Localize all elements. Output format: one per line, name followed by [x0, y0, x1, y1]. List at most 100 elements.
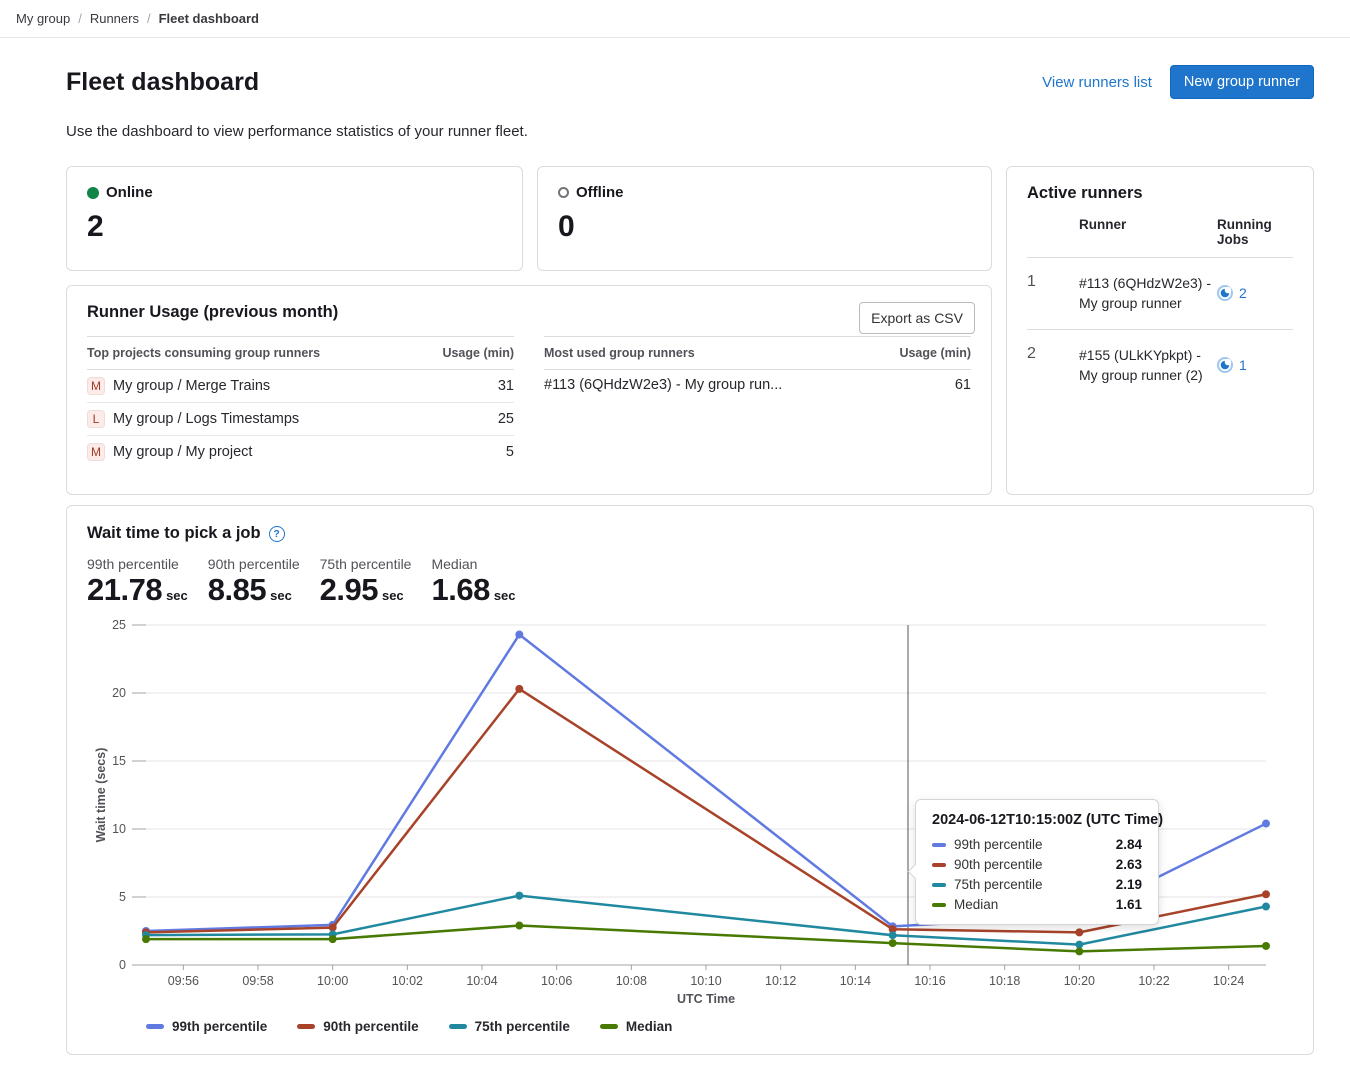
- page-title: Fleet dashboard: [66, 68, 259, 97]
- svg-text:10:00: 10:00: [317, 974, 348, 988]
- svg-text:20: 20: [112, 686, 126, 700]
- svg-text:10:12: 10:12: [765, 974, 796, 988]
- stat-value: 2.95sec: [320, 572, 412, 608]
- left-column: Online 2 Offline 0 Runner Usage (previou…: [66, 166, 992, 495]
- svg-text:10:14: 10:14: [840, 974, 871, 988]
- top-projects-table: Top projects consuming group runners Usa…: [87, 336, 514, 468]
- stat-label: 75th percentile: [320, 556, 412, 572]
- breadcrumb-runners[interactable]: Runners: [90, 11, 139, 26]
- svg-text:Wait time (secs): Wait time (secs): [94, 748, 108, 843]
- help-icon[interactable]: ?: [269, 526, 285, 542]
- stat-value: 21.78sec: [87, 572, 188, 608]
- most-used-usage-header: Usage (min): [899, 346, 971, 360]
- running-jobs-column-header: Running Jobs: [1217, 217, 1293, 247]
- online-card-label: Online: [106, 184, 153, 201]
- svg-text:10:10: 10:10: [690, 974, 721, 988]
- top-projects-header: Top projects consuming group runners: [87, 346, 320, 360]
- tooltip-series-name: Median: [954, 897, 1108, 912]
- runner-name: #113 (6QHdzW2e3) - My group run...: [544, 377, 782, 393]
- tooltip-swatch: [932, 843, 946, 847]
- runner-link[interactable]: #155 (ULkKYpkpt) - My group runner (2): [1079, 345, 1217, 386]
- svg-text:10:02: 10:02: [392, 974, 423, 988]
- tooltip-series-value: 2.63: [1116, 857, 1142, 872]
- legend-label: Median: [626, 1019, 673, 1034]
- tooltip-series-value: 2.19: [1116, 877, 1142, 892]
- svg-text:10:18: 10:18: [989, 974, 1020, 988]
- percentile-stat: Median1.68sec: [431, 556, 515, 608]
- stat-unit: sec: [494, 588, 516, 603]
- view-runners-list-link[interactable]: View runners list: [1042, 74, 1152, 91]
- offline-card: Offline 0: [537, 166, 992, 271]
- runner-link[interactable]: #113 (6QHdzW2e3) - My group runner: [1079, 273, 1217, 314]
- project-cell: L My group / Logs Timestamps: [87, 410, 299, 428]
- breadcrumb-separator: /: [147, 11, 151, 26]
- stat-unit: sec: [382, 588, 404, 603]
- legend-item[interactable]: 99th percentile: [146, 1019, 267, 1034]
- breadcrumb-my-group[interactable]: My group: [16, 11, 70, 26]
- tooltip-series-name: 75th percentile: [954, 877, 1108, 892]
- wait-time-panel: Wait time to pick a job ? 99th percentil…: [66, 505, 1314, 1055]
- table-row: LMy group / Logs Timestamps25: [87, 403, 514, 436]
- svg-text:10:04: 10:04: [466, 974, 497, 988]
- running-jobs-cell: 2: [1217, 285, 1293, 301]
- tooltip-series-row: 99th percentile2.84: [932, 837, 1142, 852]
- percentile-stat: 90th percentile8.85sec: [208, 556, 300, 608]
- project-cell: MMy group / Merge Trains: [87, 377, 270, 395]
- chart-tooltip: 2024-06-12T10:15:00Z (UTC Time) 99th per…: [915, 799, 1159, 925]
- tooltip-title: 2024-06-12T10:15:00Z (UTC Time): [932, 812, 1142, 828]
- project-name: My group / Logs Timestamps: [113, 411, 299, 427]
- legend-label: 75th percentile: [475, 1019, 570, 1034]
- tooltip-series-row: Median 1.61: [932, 897, 1142, 912]
- legend-swatch: [449, 1024, 467, 1029]
- new-group-runner-button[interactable]: New group runner: [1170, 65, 1314, 99]
- svg-text:10: 10: [112, 822, 126, 836]
- online-card-value: 2: [87, 210, 502, 244]
- legend-item[interactable]: 90th percentile: [297, 1019, 418, 1034]
- running-status-icon: [1217, 357, 1233, 373]
- online-card: Online 2: [66, 166, 523, 271]
- breadcrumb: My group / Runners / Fleet dashboard: [0, 0, 1350, 37]
- runner-rank: 2: [1027, 345, 1079, 386]
- project-avatar: M: [87, 443, 105, 461]
- wait-time-chart[interactable]: 051015202509:5609:5810:0010:0210:0410:06…: [87, 618, 1293, 1015]
- svg-text:15: 15: [112, 754, 126, 768]
- legend-item[interactable]: 75th percentile: [449, 1019, 570, 1034]
- usage-value: 5: [506, 444, 514, 460]
- svg-text:10:08: 10:08: [616, 974, 647, 988]
- svg-text:UTC Time: UTC Time: [677, 992, 735, 1006]
- tooltip-series-name: 99th percentile: [954, 837, 1108, 852]
- export-csv-button[interactable]: Export as CSV: [859, 302, 975, 334]
- svg-text:09:56: 09:56: [168, 974, 199, 988]
- svg-text:09:58: 09:58: [242, 974, 273, 988]
- running-status-icon: [1217, 285, 1233, 301]
- stat-value: 8.85sec: [208, 572, 300, 608]
- tooltip-series-row: 75th percentile 2.19: [932, 877, 1142, 892]
- svg-text:5: 5: [119, 890, 126, 904]
- runner-usage-title: Runner Usage (previous month): [87, 303, 971, 322]
- running-jobs-count[interactable]: 2: [1239, 285, 1247, 301]
- percentile-stat: 75th percentile2.95sec: [320, 556, 412, 608]
- legend-swatch: [600, 1024, 618, 1029]
- tooltip-series-value: 1.61: [1116, 897, 1142, 912]
- tooltip-series-name: 90th percentile: [954, 857, 1108, 872]
- page-description: Use the dashboard to view performance st…: [66, 123, 1314, 140]
- project-name: My group / Merge Trains: [113, 378, 270, 394]
- tooltip-swatch: [932, 903, 946, 907]
- top-projects-usage-header: Usage (min): [442, 346, 514, 360]
- running-jobs-cell: 1: [1217, 357, 1293, 373]
- svg-text:10:20: 10:20: [1064, 974, 1095, 988]
- legend-item[interactable]: Median: [600, 1019, 673, 1034]
- tooltip-swatch: [932, 883, 946, 887]
- runner-usage-panel: Runner Usage (previous month) Export as …: [66, 285, 992, 495]
- active-runners-panel: Active runners Runner Running Jobs 1 #113…: [1006, 166, 1314, 495]
- project-name: My group / My project: [113, 444, 252, 460]
- project-avatar: L: [87, 410, 105, 428]
- most-used-runners-table: Most used group runners Usage (min) #113…: [544, 336, 971, 468]
- offline-status-icon: [558, 187, 569, 198]
- running-jobs-count[interactable]: 1: [1239, 357, 1247, 373]
- runner-column-header: Runner: [1079, 217, 1217, 247]
- header-divider: [0, 37, 1350, 38]
- stat-label: 99th percentile: [87, 556, 188, 572]
- stat-value: 1.68sec: [431, 572, 515, 608]
- active-runners-title: Active runners: [1027, 184, 1293, 203]
